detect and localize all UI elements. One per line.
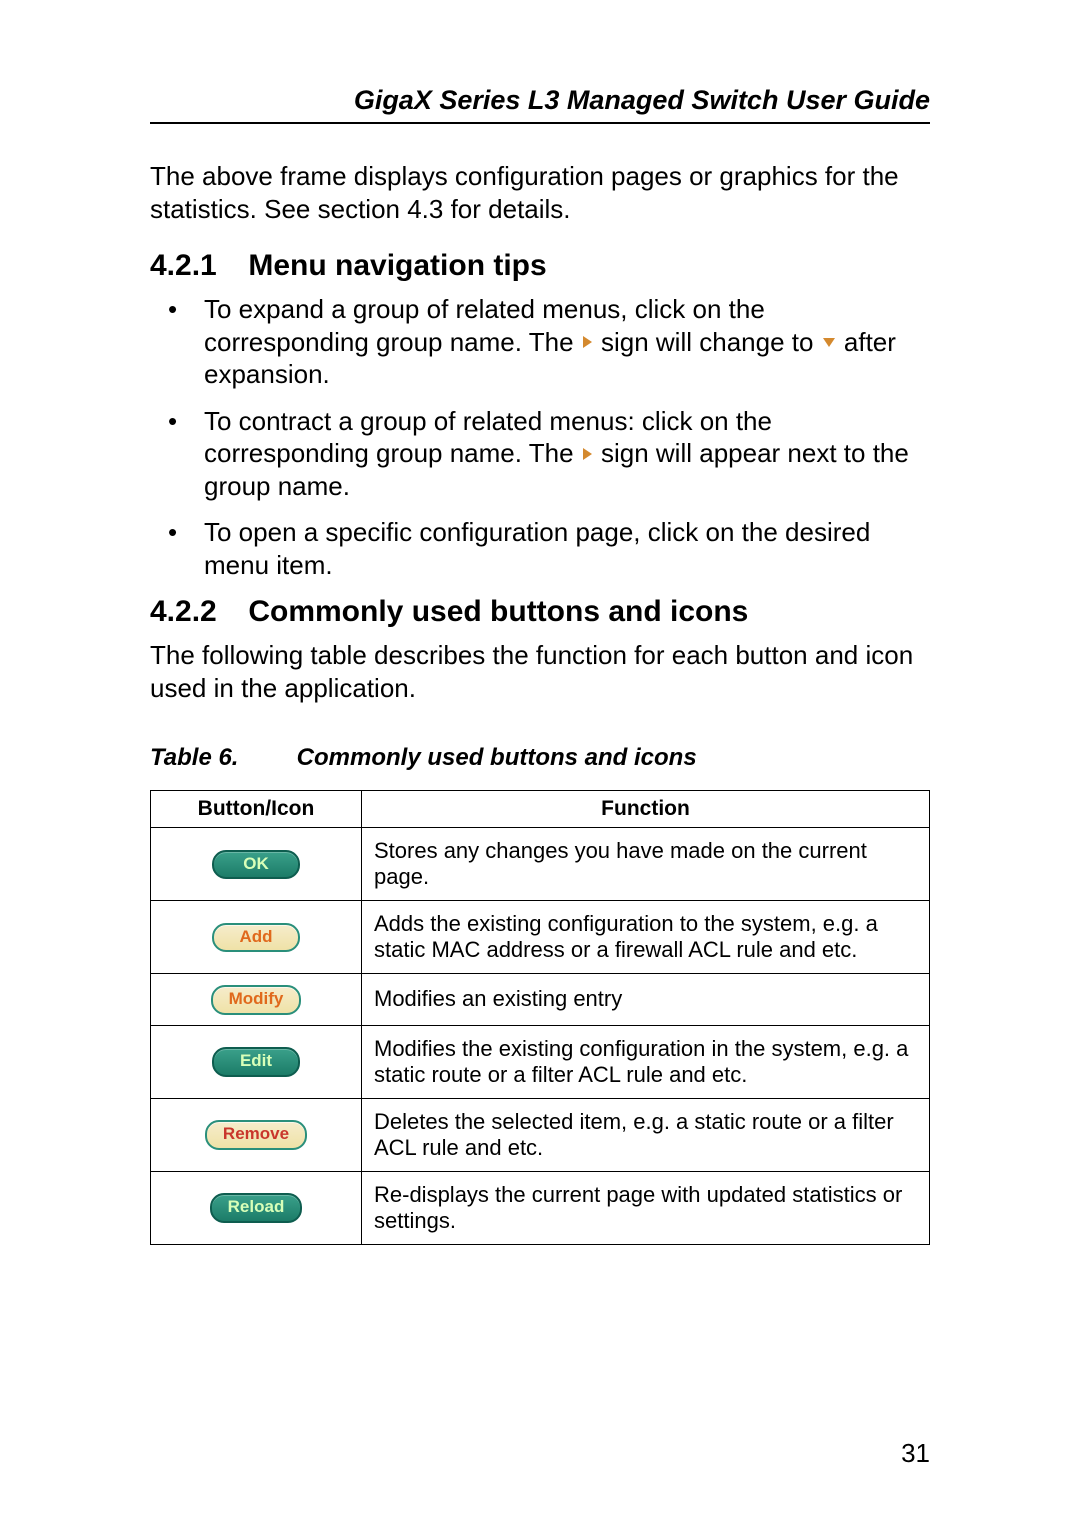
table-cell-icon: Add [151, 901, 362, 974]
section-number: 4.2.1 [150, 249, 240, 283]
page-number: 31 [901, 1438, 930, 1469]
bullet-text: sign will change to [594, 327, 821, 357]
arrow-right-icon [583, 336, 592, 348]
table-cell-function: Stores any changes you have made on the … [362, 828, 930, 901]
table-row: Edit Modifies the existing configuration… [151, 1025, 930, 1098]
table-caption-label: Table 6. [150, 744, 290, 772]
table-cell-function: Modifies an existing entry [362, 974, 930, 1026]
table-row: Add Adds the existing configuration to t… [151, 901, 930, 974]
intro-paragraph: The above frame displays configuration p… [150, 160, 930, 225]
buttons-icons-table: Button/Icon Function OK Stores any chang… [150, 790, 930, 1245]
bullet-marker: • [186, 516, 204, 549]
section-title: Menu navigation tips [248, 249, 546, 282]
bullet-item: •To expand a group of related menus, cli… [186, 293, 930, 391]
table-cell-function: Deletes the selected item, e.g. a static… [362, 1098, 930, 1171]
ok-button-icon: OK [212, 850, 300, 880]
table-row: Reload Re-displays the current page with… [151, 1171, 930, 1244]
table-caption-text: Commonly used buttons and icons [297, 744, 697, 771]
bullet-item: •To contract a group of related menus: c… [186, 405, 930, 503]
page-header-title: GigaX Series L3 Managed Switch User Guid… [150, 85, 930, 124]
table-header-function: Function [362, 791, 930, 828]
add-button-icon: Add [212, 923, 300, 953]
section-heading-421: 4.2.1 Menu navigation tips [150, 249, 930, 283]
bullet-marker: • [186, 293, 204, 326]
table-cell-icon: OK [151, 828, 362, 901]
section-heading-422: 4.2.2 Commonly used buttons and icons [150, 595, 930, 629]
table-cell-function: Modifies the existing configuration in t… [362, 1025, 930, 1098]
remove-button-icon: Remove [205, 1120, 307, 1150]
table-caption: Table 6. Commonly used buttons and icons [150, 744, 930, 772]
modify-button-icon: Modify [211, 985, 302, 1015]
table-row: OK Stores any changes you have made on t… [151, 828, 930, 901]
table-header-icon: Button/Icon [151, 791, 362, 828]
table-cell-icon: Modify [151, 974, 362, 1026]
section-422-intro: The following table describes the functi… [150, 639, 930, 704]
table-cell-icon: Edit [151, 1025, 362, 1098]
table-row: Remove Deletes the selected item, e.g. a… [151, 1098, 930, 1171]
bullet-text: To open a specific configuration page, c… [204, 517, 870, 580]
edit-button-icon: Edit [212, 1047, 300, 1077]
arrow-down-icon [823, 338, 835, 347]
section-title: Commonly used buttons and icons [248, 595, 748, 628]
bullet-marker: • [186, 405, 204, 438]
reload-button-icon: Reload [210, 1193, 303, 1223]
table-row: Modify Modifies an existing entry [151, 974, 930, 1026]
document-page: GigaX Series L3 Managed Switch User Guid… [0, 0, 1080, 1529]
table-cell-function: Re-displays the current page with update… [362, 1171, 930, 1244]
table-cell-icon: Reload [151, 1171, 362, 1244]
table-cell-function: Adds the existing configuration to the s… [362, 901, 930, 974]
section-number: 4.2.2 [150, 595, 240, 629]
arrow-right-icon [583, 448, 592, 460]
table-header-row: Button/Icon Function [151, 791, 930, 828]
table-cell-icon: Remove [151, 1098, 362, 1171]
bullet-list-421: •To expand a group of related menus, cli… [186, 293, 930, 581]
bullet-item: •To open a specific configuration page, … [186, 516, 930, 581]
